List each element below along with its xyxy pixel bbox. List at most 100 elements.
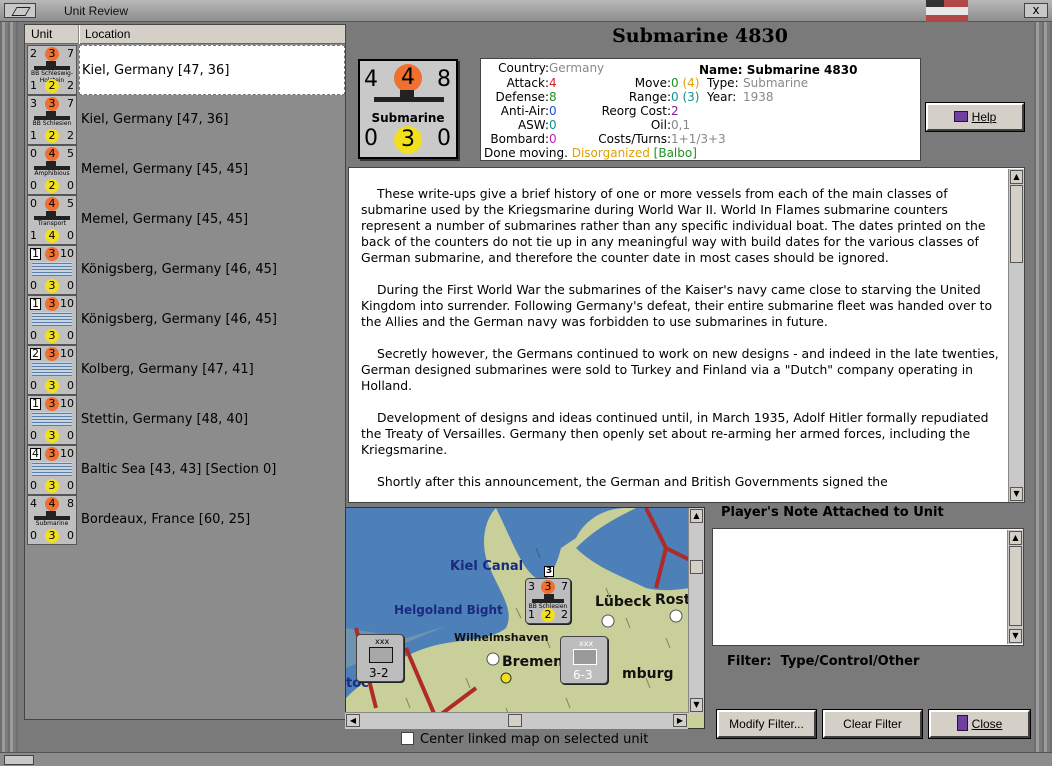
counter-bottom-right: 0 [67,379,74,392]
map-vscrollbar[interactable]: ▲ ▼ [688,508,704,713]
map-unit-counter-corps-right[interactable]: xxx 6-3 [560,636,608,684]
filter-status: Filter: Type/Control/Other [727,654,919,669]
scroll-up-icon[interactable]: ▲ [690,509,703,523]
door-icon [956,715,968,731]
column-header-unit[interactable]: Unit [31,27,52,41]
scroll-down-icon[interactable]: ▼ [1009,629,1022,643]
counter-attack-circle: 4 [45,147,59,161]
map-counter-br: 2 [561,608,568,621]
country-label: Country: [498,61,549,75]
costs-label: Costs/Turns: [598,132,671,146]
attack-value: 4 [549,76,557,90]
unit-counter[interactable]: 1 3 10 0 3 0 [27,395,77,445]
range-value: 0 [671,90,679,104]
center-linked-map-option[interactable]: Center linked map on selected unit [401,732,648,747]
unit-counter[interactable]: 0 4 5 Transport 1 4 0 [27,195,77,245]
status-disorganized: Disorganized [571,146,650,160]
counter-top-right: 10 [60,397,74,410]
submarine-icon [374,90,444,102]
unit-list-row[interactable]: 0 4 5 Amphibious 0 2 0 Memel, Germany [45, 45] [27,145,345,195]
scroll-left-icon[interactable]: ◀ [346,714,360,727]
unit-list-row[interactable]: 2 3 10 0 3 0 Kolberg, Germany [47, 41] [27,345,345,395]
map-hscrollbar[interactable]: ◀ ▶ [345,712,688,729]
unit-counter[interactable]: 0 4 5 Amphibious 0 2 0 [27,145,77,195]
modify-filter-button[interactable]: Modify Filter... [717,710,816,738]
unit-location: Stettin, Germany [48, 40] [81,412,249,427]
scroll-up-icon[interactable]: ▲ [1009,531,1022,545]
map-hscroll-thumb[interactable] [508,714,522,727]
unit-counter[interactable]: 4 3 10 0 3 0 [27,445,77,495]
map-vscroll-thumb[interactable] [690,560,703,574]
convoy-icon [32,312,72,326]
resize-icon[interactable] [4,755,34,765]
counter-bottom-right: 0 [67,529,74,542]
unit-counter-large: 4 4 8 Submarine 0 3 0 [358,59,458,159]
unit-counter[interactable]: 2 3 10 0 3 0 [27,345,77,395]
history-scrollbar[interactable]: ▲ ▼ [1008,169,1024,502]
checkbox-icon[interactable] [401,732,414,745]
counter-type-label: Submarine [371,111,445,125]
help-button[interactable]: Help [926,103,1024,131]
map-counter-tc: 3 [541,580,555,594]
scroll-right-icon[interactable]: ▶ [673,714,687,727]
unit-list-row[interactable]: 4 4 8 Submarine 0 3 0 Bordeaux, France [60, 25] [27,495,345,545]
costs-value: 1+1/3+3 [671,132,726,146]
note-scroll-thumb[interactable] [1009,546,1022,626]
note-scrollbar[interactable]: ▲ ▼ [1007,530,1023,644]
unit-list-row[interactable]: 4 3 10 0 3 0 Baltic Sea [43, 43] [Section 0] [27,445,345,495]
column-header-location[interactable]: Location [85,27,130,41]
map-unit-counter-corps-left[interactable]: xxx 3-2 [356,634,404,682]
history-paragraph: Development of designs and ideas continu… [361,410,989,457]
counter-bottom-left: 0 [30,379,37,392]
counter-top-left: 2 [30,47,37,60]
close-button[interactable]: Close [929,710,1030,738]
history-paragraph: These write-ups give a brief history of … [361,186,986,265]
bombard-value: 0 [549,132,557,146]
unit-history-textbox[interactable]: These write-ups give a brief history of … [348,167,1025,503]
counter-bottom-left: 0 [30,479,37,492]
mech-corps-icon [369,647,393,663]
name-value: Submarine 4830 [746,63,858,77]
clear-filter-button[interactable]: Clear Filter [823,710,922,738]
counter-top-left: 0 [30,197,37,210]
unit-list[interactable]: Unit Location 237BB Schleswig-Holstein12… [24,24,346,720]
map-label-rostock: Rost [655,592,691,608]
unit-list-row[interactable]: 1 3 10 0 3 0 Königsberg, Germany [46, 45] [27,295,345,345]
player-note-textarea[interactable]: ▲ ▼ [712,528,1024,646]
unit-location: Königsberg, Germany [46, 45] [81,312,277,327]
counter-top-right: 10 [60,297,74,310]
linked-map[interactable]: Kiel Canal Helgoland Bight Wilhelmshaven… [345,507,705,729]
map-counter-bc: 2 [541,608,555,622]
map-unit-counter-bb-schlesien[interactable]: 3 3 7 BB Schlesien 1 2 2 [525,578,571,624]
unit-list-row[interactable]: 237BB Schleswig-Holstein122Kiel, Germany… [27,45,345,95]
center-linked-label: Center linked map on selected unit [420,732,649,747]
window-close-button[interactable]: x [1024,3,1048,18]
history-scroll-thumb[interactable] [1010,185,1023,263]
unit-list-row[interactable]: 0 4 5 Transport 1 4 0 Memel, Germany [45, 45] [27,195,345,245]
map-label-kiel-canal: Kiel Canal [450,559,524,574]
scroll-up-icon[interactable]: ▲ [1010,170,1023,184]
counter-bottom-right: 0 [67,329,74,342]
unit-counter[interactable]: 237BB Schleswig-Holstein122 [27,45,77,95]
window-menu-icon[interactable] [4,3,36,18]
convoy-icon [32,412,72,426]
unit-counter[interactable]: 1 3 10 0 3 0 [27,295,77,345]
unit-list-row[interactable]: 3 3 7 BB Schlesien 1 2 2 Kiel, Germany [47, 36] [27,95,345,145]
history-paragraph: Secretly however, the Germans continued … [361,346,999,393]
bombard-label: Bombard: [490,132,549,146]
unit-counter[interactable]: 1 3 10 0 3 0 [27,245,77,295]
column-separator[interactable] [78,25,80,44]
unit-counter[interactable]: 4 4 8 Submarine 0 3 0 [27,495,77,545]
counter-bottom-left: 1 [30,79,37,92]
antiair-label: Anti-Air: [500,104,549,118]
scroll-down-icon[interactable]: ▼ [1010,487,1023,501]
counter-bottom-left: 0 [30,429,37,442]
unit-counter[interactable]: 3 3 7 BB Schlesien 1 2 2 [27,95,77,145]
counter-top-left: 4 [30,497,37,510]
mech-corps-icon [573,649,597,665]
counter-move-circle: 3 [45,329,59,343]
scroll-down-icon[interactable]: ▼ [690,698,703,712]
counter-top-left: 1 [30,247,41,260]
unit-list-row[interactable]: 1 3 10 0 3 0 Königsberg, Germany [46, 45] [27,245,345,295]
unit-list-row[interactable]: 1 3 10 0 3 0 Stettin, Germany [48, 40] [27,395,345,445]
